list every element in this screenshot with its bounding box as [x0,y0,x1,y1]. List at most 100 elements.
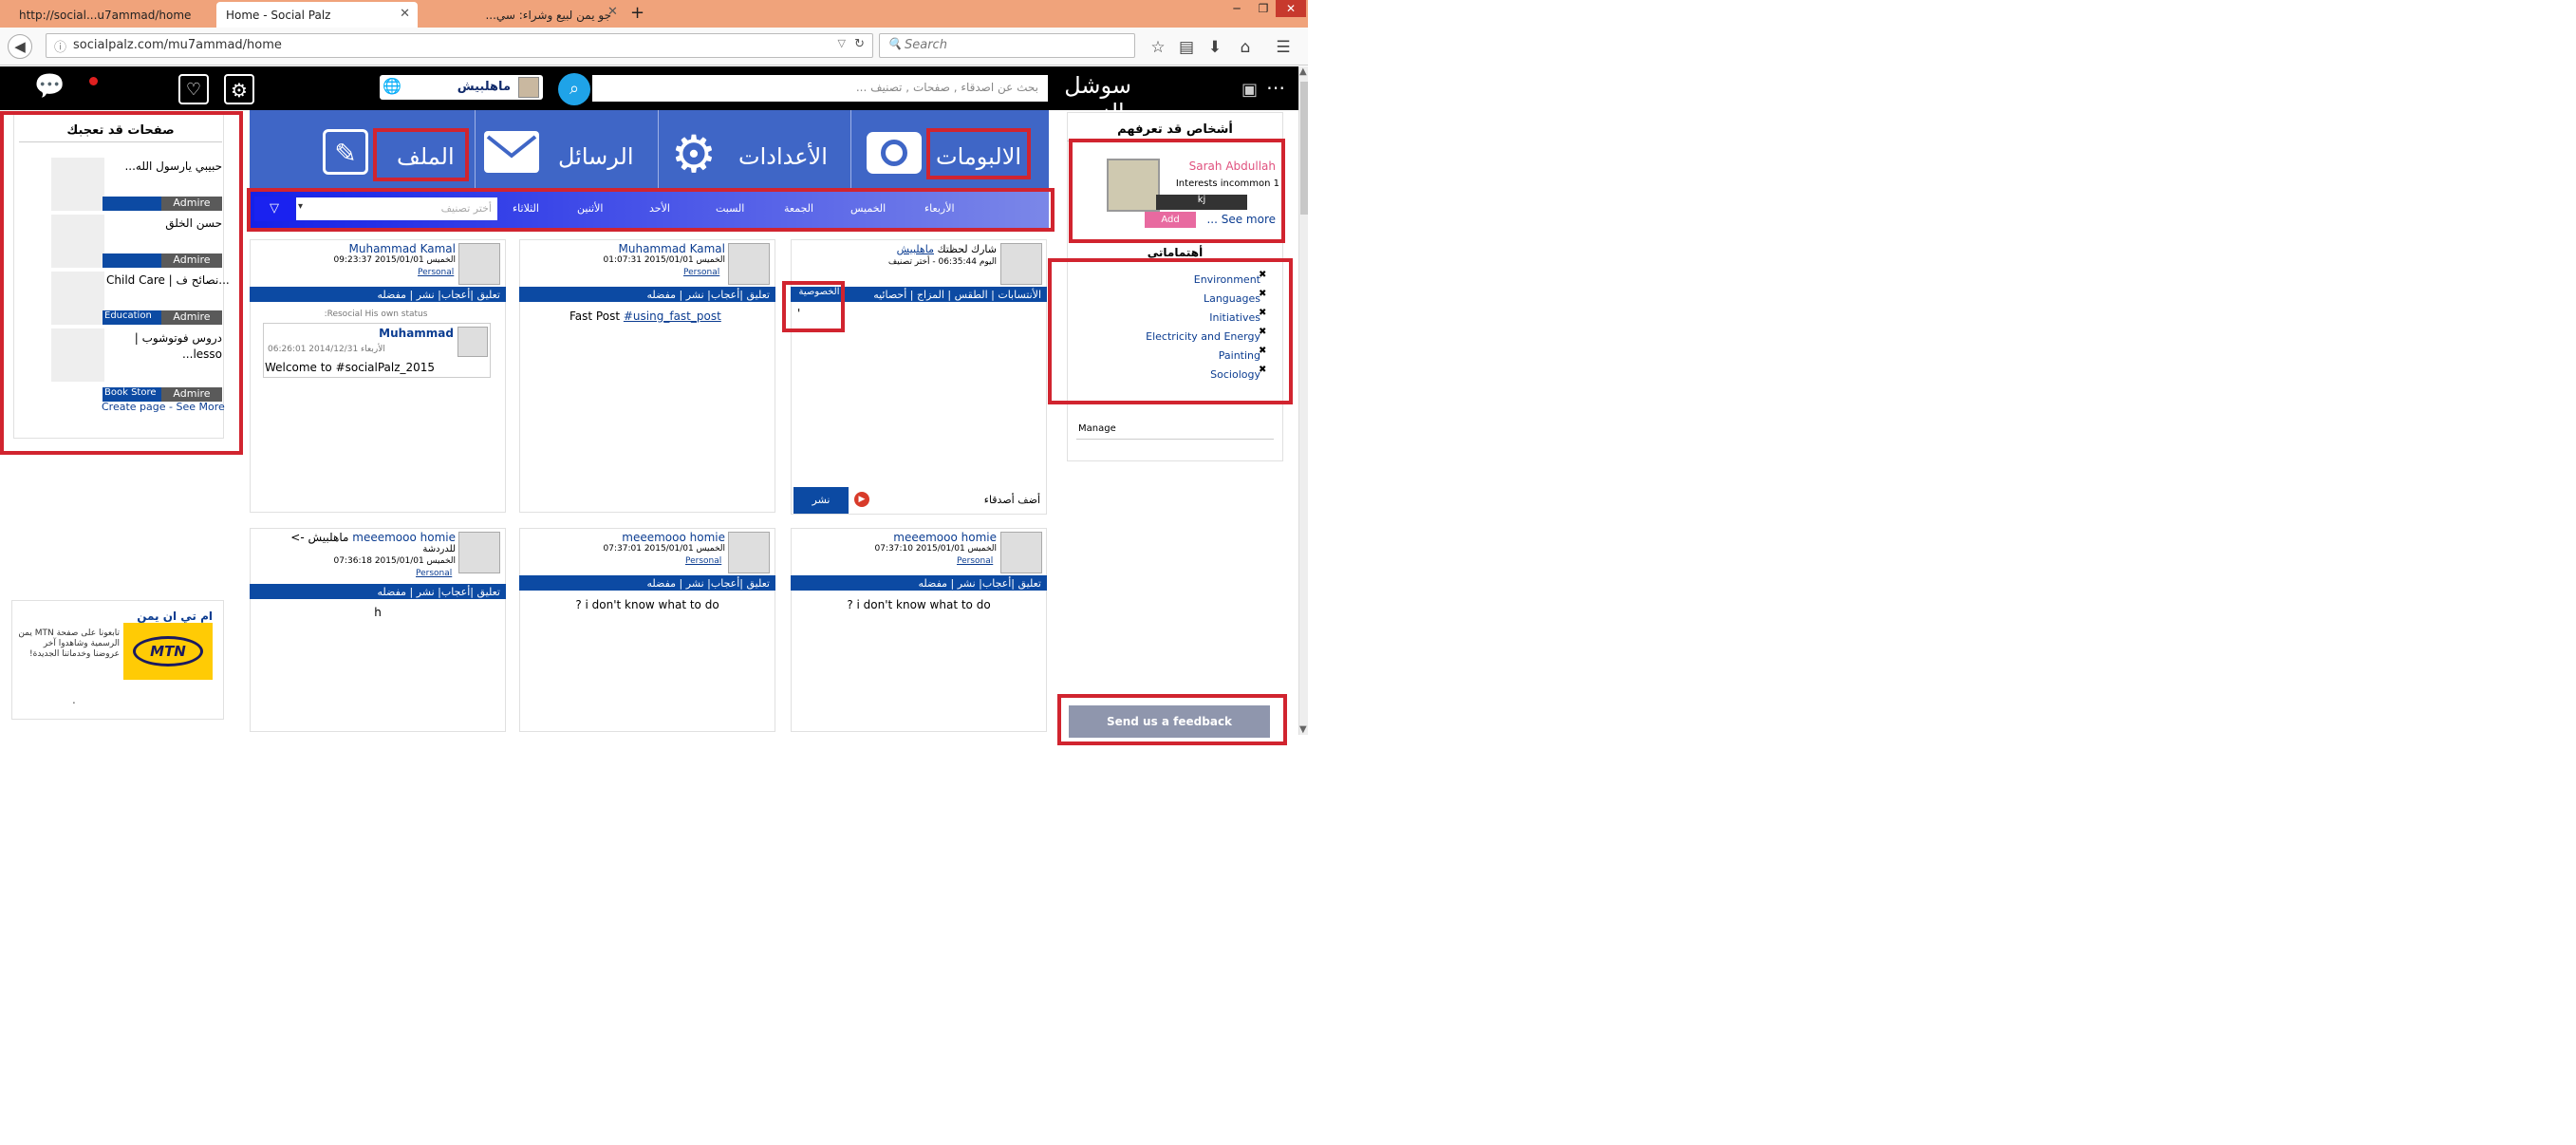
composer-user[interactable]: ماهلبيش [897,243,934,255]
user-chip[interactable]: 🌐 ماهلبيش [380,75,543,100]
page-thumbnail[interactable] [51,158,104,211]
divider [19,141,222,142]
admire-button[interactable]: Admire [161,197,222,211]
page-thumbnail[interactable] [51,328,104,382]
page-scrollbar[interactable]: ▲ ▼ [1298,66,1308,735]
reload-icon[interactable]: ↻ [854,37,865,51]
divider [1076,439,1274,440]
search-icon[interactable]: ⌕ [558,73,590,105]
site-search-input[interactable]: بحث عن اصدقاء , صفحات , تصنيف ... [592,75,1048,102]
author-avatar[interactable] [1000,532,1042,573]
search-placeholder: بحث عن اصدقاء , صفحات , تصنيف ... [855,81,1038,94]
page-name[interactable]: دروس فوتوشوب | lesso... [106,330,222,363]
page-category: Book Store [103,387,163,402]
create-page-link[interactable]: Create page - See More [102,401,225,413]
nav-messages[interactable]: الرسائل [558,143,634,170]
post-tag[interactable]: Personal [685,556,721,566]
browser-tab-1[interactable]: http://social...u7ammad/home [9,2,216,28]
post-actions[interactable]: تعليق |أعجاب| نشر | مفضله [250,287,506,302]
dropdown-icon[interactable]: ▽ [838,37,846,49]
download-icon[interactable]: ⬇ [1204,36,1226,59]
author-avatar[interactable] [728,243,770,285]
camera-lens [881,140,907,166]
close-window-icon[interactable]: ✕ [1276,0,1306,17]
manage-link[interactable]: Manage [1078,423,1116,434]
post-author[interactable]: meeemooo homie [795,531,997,544]
post-tag[interactable]: Personal [416,569,452,578]
shared-author[interactable]: Muhammad [268,327,454,340]
settings-gear-icon[interactable]: ⚙ [224,74,254,104]
window-icon[interactable]: ▣ [1241,80,1258,100]
post-actions[interactable]: تعليق |أعجاب| نشر | مفضله [250,584,506,599]
post-date: الخميس 2015/01/01 07:36:18 [333,556,456,566]
composer-prompt: شارك لحظتك ماهلبيش [814,243,997,255]
page-name[interactable]: حبيبي يارسول الله... [106,160,222,173]
post-author[interactable]: meeemooo homie [352,531,456,544]
shared-body: Welcome to #socialPalz_2015 [265,361,436,374]
mtn-logo: MTN [123,623,213,680]
post-date: الخميس 2015/01/01 09:23:37 [333,255,456,265]
mail-icon[interactable] [484,131,539,173]
ad-title[interactable]: ام تي ان يمن [19,610,213,623]
post-actions[interactable]: تعليق |أعجاب| نشر | مفضله [519,575,775,591]
minimize-icon[interactable]: ─ [1223,0,1251,17]
scroll-down-icon[interactable]: ▼ [1299,724,1307,735]
page-name[interactable]: Child Care | نصائح ف... [106,273,239,287]
scrollbar-thumb[interactable] [1300,82,1308,215]
restore-icon[interactable]: ❐ [1249,0,1278,17]
browser-tab-3[interactable]: جو يمن لبيع وشراء: سي... [420,2,621,28]
camera-icon[interactable] [867,132,922,174]
favorites-heart-icon[interactable]: ♡ [178,74,209,104]
author-avatar[interactable] [458,243,500,285]
post-tag[interactable]: Personal [683,268,719,277]
post-actions[interactable]: تعليق |أعجاب| نشر | مفضله [519,287,775,302]
post-author[interactable]: Muhammad Kamal [254,242,456,255]
add-friends-link[interactable]: أضف أصدقاء [949,494,1040,506]
hashtag-link[interactable]: #using_fast_post [624,310,721,323]
nav-settings[interactable]: الأعدادات [738,143,828,170]
browser-tab-2[interactable]: Home - Social Palz ✕ [216,2,418,28]
post-date: الخميس 2015/01/01 01:07:31 [603,255,725,265]
close-icon[interactable]: ✕ [607,5,618,19]
gear-icon[interactable]: ⚙ [664,125,723,184]
admire-button[interactable]: Admire [161,387,222,402]
browser-search-input[interactable]: 🔍 Search [879,33,1135,58]
ad-text: تابعونا على صفحة MTN يمن الرسمية وشاهدوا… [18,629,120,659]
divider [658,110,659,200]
author-avatar[interactable] [458,532,500,573]
menu-icon[interactable]: ☰ [1272,36,1295,59]
post-button[interactable]: نشر [793,487,849,514]
composer-prompt-text: شارك لحظتك [937,243,997,255]
more-icon[interactable]: ⋯ [1266,76,1285,99]
page-name[interactable]: حسن الخلق [106,216,222,230]
highlight-box [926,128,1031,179]
author-avatar[interactable] [728,532,770,573]
new-tab-icon[interactable]: + [630,3,644,23]
post-author-line: <- ماهلبيش meeemooo homie [254,531,456,544]
close-icon[interactable]: ✕ [400,7,410,21]
page-thumbnail[interactable] [51,215,104,268]
page-thumbnail[interactable] [51,272,104,325]
post-actions[interactable]: تعليق |أعجاب| نشر | مفضله [791,575,1047,591]
home-icon[interactable]: ⌂ [1234,36,1257,59]
bookmark-star-icon[interactable]: ☆ [1147,36,1169,59]
post-author[interactable]: Muhammad Kamal [524,242,725,255]
page-category [103,197,163,211]
post-tag[interactable]: Personal [418,268,454,277]
edit-icon[interactable]: ✎ [323,129,368,175]
play-icon[interactable]: ▶ [854,492,869,507]
post-tag[interactable]: Personal [957,556,993,566]
highlight-box [1069,139,1285,243]
chat-icon[interactable]: 💬 [34,72,70,101]
reading-list-icon[interactable]: ▤ [1175,36,1198,59]
post-subtitle: للدردشة [422,544,456,554]
post-arrow[interactable]: <- ماهلبيش [290,531,348,544]
admire-button[interactable]: Admire [161,310,222,325]
back-icon[interactable]: ◀ [8,34,32,59]
scroll-up-icon[interactable]: ▲ [1299,66,1307,77]
notification-dot [89,77,98,85]
composer-textarea[interactable] [793,306,1044,482]
post-author[interactable]: meeemooo homie [524,531,725,544]
url-bar[interactable]: ⓘ socialpalz.com/mu7ammad/home ▽ ↻ [46,33,873,58]
admire-button[interactable]: Admire [161,253,222,268]
